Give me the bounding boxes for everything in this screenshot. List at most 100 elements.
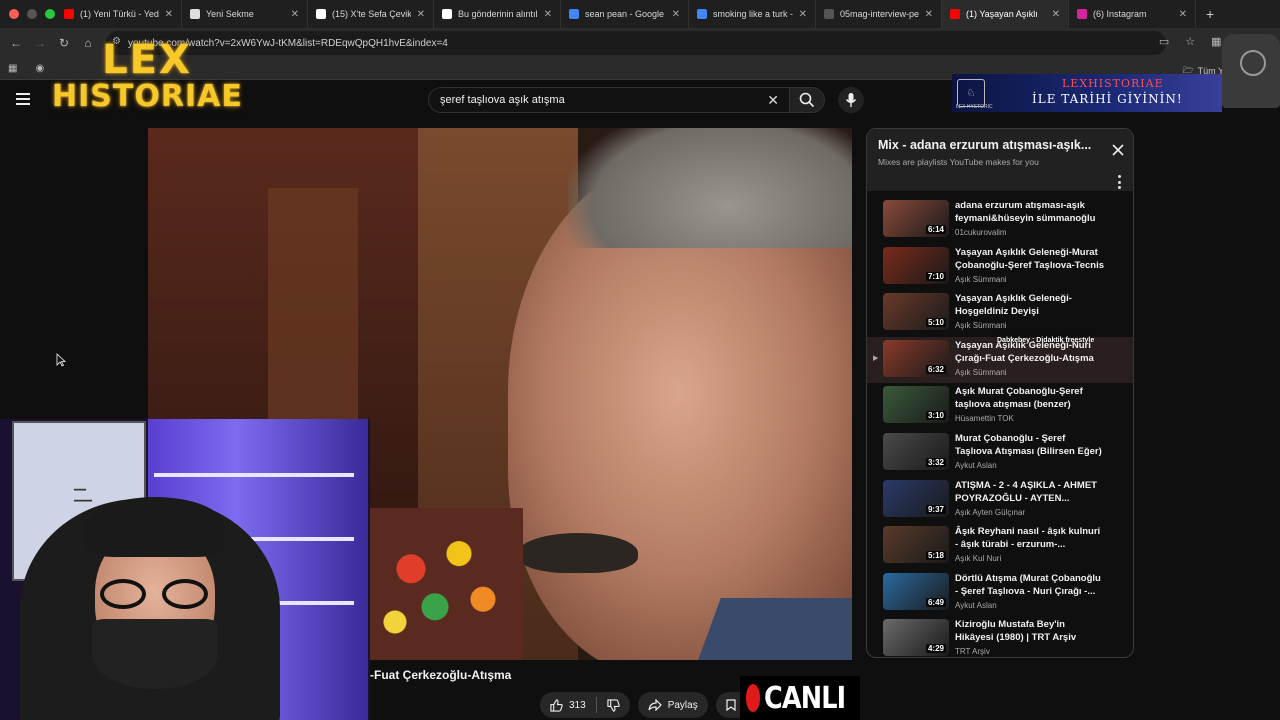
playlist-item-title[interactable]: Yaşayan Aşıklık Geleneği-Murat Çobanoğlu… xyxy=(955,246,1105,272)
banner-brand: LEXHISTORIAE xyxy=(1062,77,1164,90)
browser-tab[interactable]: (1) Yeni Türkü - Yedi ✕ xyxy=(56,0,182,28)
video-thumbnail[interactable]: 3:32 xyxy=(883,432,949,470)
playlist-item-title[interactable]: ATIŞMA - 2 - 4 AŞIKLA - AHMET POYRAZOĞLU… xyxy=(955,479,1105,505)
close-tab-icon[interactable]: ✕ xyxy=(925,9,933,20)
video-duration: 6:32 xyxy=(925,364,946,374)
close-tab-icon[interactable]: ✕ xyxy=(291,9,299,20)
close-icon[interactable] xyxy=(1111,143,1125,157)
menu-icon[interactable] xyxy=(16,93,30,105)
instagram-icon xyxy=(1077,9,1087,19)
back-arrow-icon[interactable]: ← xyxy=(4,36,28,50)
video-duration: 7:10 xyxy=(925,271,946,281)
video-thumbnail[interactable]: 6:14 xyxy=(883,200,949,237)
google-icon xyxy=(697,9,707,19)
search-icon xyxy=(799,92,815,108)
video-thumbnail[interactable]: 5:18 xyxy=(883,526,949,564)
apps-grid-icon[interactable]: ▦ xyxy=(8,63,17,74)
forward-arrow-icon[interactable]: → xyxy=(28,36,52,50)
voice-search-button[interactable] xyxy=(838,87,864,113)
channel-name[interactable]: Aşık Sümmani xyxy=(955,321,1007,330)
search-button[interactable] xyxy=(789,87,825,113)
close-tab-icon[interactable]: ✕ xyxy=(1052,9,1060,20)
live-badge: CANLI xyxy=(740,676,860,720)
browser-tab[interactable]: (1) Yaşayan Aşıklı ✕ xyxy=(942,0,1069,28)
close-tab-icon[interactable]: ✕ xyxy=(544,9,552,20)
video-thumbnail[interactable]: 5:10 xyxy=(883,293,949,331)
tab-title: (15) X'te Sefa Çevik xyxy=(332,9,411,19)
video-thumbnail[interactable]: 9:37 xyxy=(883,479,949,517)
browser-tab[interactable]: (6) Instagram ✕ xyxy=(1069,0,1196,28)
browser-tab[interactable]: Bu gönderinin alıntıla ✕ xyxy=(434,0,561,28)
globe-icon[interactable]: ◉ xyxy=(35,63,44,74)
channel-name[interactable]: Aykut Aslan xyxy=(955,601,997,610)
playlist-item[interactable]: 7:10 Yaşayan Aşıklık Geleneği-Murat Çoban… xyxy=(867,244,1133,291)
playlist-item[interactable]: 9:37 ATIŞMA - 2 - 4 AŞIKLA - AHMET POYRAZ… xyxy=(867,477,1133,524)
playlist-item[interactable]: 3:10 Aşık Murat Çobanoğlu-Şeref taşlıova … xyxy=(867,383,1133,430)
video-thumbnail[interactable]: 6:32 xyxy=(883,339,949,377)
new-tab-button[interactable]: + xyxy=(1196,6,1224,22)
tab-title: Yeni Sekme xyxy=(206,9,254,19)
playlist-item-title[interactable]: Murat Çobanoğlu - Şeref Taşlıova Atışmas… xyxy=(955,432,1105,458)
browser-tab[interactable]: Yeni Sekme ✕ xyxy=(182,0,308,28)
playlist-item-title[interactable]: adana erzurum atışması-aşık feymani&hüse… xyxy=(955,199,1105,225)
channel-name[interactable]: Aşık Kul Nuri xyxy=(955,554,1001,563)
playlist-item[interactable]: 4:29 Kiziroğlu Mustafa Bey'in Hikâyesi (1… xyxy=(867,616,1133,657)
video-thumbnail[interactable]: 6:49 xyxy=(883,572,949,610)
playlist-item-title[interactable]: Dörtlü Atışma (Murat Çobanoğlu - Şeref T… xyxy=(955,572,1105,598)
bookmark-star-icon[interactable]: ☆ xyxy=(1185,35,1195,48)
clear-search-icon[interactable]: ✕ xyxy=(767,92,779,109)
playlist-item-title[interactable]: Kiziroğlu Mustafa Bey'in Hikâyesi (1980)… xyxy=(955,618,1105,644)
channel-name[interactable]: TRT Arşiv xyxy=(955,647,990,656)
more-options-icon[interactable] xyxy=(1117,175,1121,189)
address-bar[interactable]: ⚙ youtube.com/watch?v=2xW6YwJ-tKM&list=R… xyxy=(106,31,1166,55)
dislike-button[interactable] xyxy=(597,698,630,712)
search-input[interactable]: şeref taşlıova aşık atışma ✕ xyxy=(428,87,790,113)
like-count: 313 xyxy=(569,699,586,711)
playlist-title[interactable]: Mix - adana erzurum atışması-aşık... xyxy=(878,138,1100,152)
channel-name[interactable]: Aykut Aslan xyxy=(955,461,997,470)
playlist-item-title[interactable]: Âşık Reyhani nasıl - âşık kulnuri - âşık… xyxy=(955,525,1105,551)
tab-title: smoking like a turk - xyxy=(713,9,793,19)
playlist-item[interactable]: 6:14 adana erzurum atışması-aşık feymani&… xyxy=(867,197,1133,244)
video-thumbnail[interactable]: 3:10 xyxy=(883,386,949,424)
browser-tab[interactable]: smoking like a turk - ✕ xyxy=(689,0,816,28)
share-label: Paylaş xyxy=(667,699,698,711)
cast-icon[interactable]: ▭ xyxy=(1159,35,1169,48)
browser-tab[interactable]: (15) X'te Sefa Çevik ✕ xyxy=(308,0,434,28)
playlist-panel: Mix - adana erzurum atışması-aşık... Mix… xyxy=(866,128,1134,658)
window-controls xyxy=(0,9,56,19)
video-duration: 9:37 xyxy=(925,504,946,514)
playlist-item-title[interactable]: Yaşayan Aşıklık Geleneği-Hoşgeldiniz Dey… xyxy=(955,292,1105,318)
close-tab-icon[interactable]: ✕ xyxy=(799,9,807,20)
channel-name[interactable]: Aşık Sümmani xyxy=(955,368,1007,377)
x-icon xyxy=(316,9,326,19)
ad-banner[interactable]: ♘ LEX HYSTORIC LEXHISTORIAE İLE TARİHİ G… xyxy=(952,74,1222,112)
close-window-button[interactable] xyxy=(9,9,19,19)
browser-tab[interactable]: sean pean - Google ✕ xyxy=(561,0,689,28)
video-thumbnail[interactable]: 4:29 xyxy=(883,619,949,657)
playlist-item[interactable]: 6:49 Dörtlü Atışma (Murat Çobanoğlu - Şer… xyxy=(867,570,1133,617)
extensions-icon[interactable]: ▦ xyxy=(1211,35,1221,48)
map-poster-art: ━━ ━━━ xyxy=(74,485,93,507)
minimize-window-button[interactable] xyxy=(27,9,37,19)
like-button[interactable]: 313 xyxy=(540,697,597,713)
browser-tab[interactable]: 05mag-interview-pe ✕ xyxy=(816,0,942,28)
page-icon xyxy=(824,9,834,19)
video-thumbnail[interactable]: 7:10 xyxy=(883,246,949,284)
close-tab-icon[interactable]: ✕ xyxy=(672,9,680,20)
playlist-item[interactable]: 3:32 Murat Çobanoğlu - Şeref Taşlıova Atı… xyxy=(867,430,1133,477)
channel-name[interactable]: Aşık Sümmani xyxy=(955,275,1007,284)
emblem-caption: LEX HYSTORIC xyxy=(956,104,993,110)
maximize-window-button[interactable] xyxy=(45,9,55,19)
playlist-item[interactable]: 5:18 Âşık Reyhani nasıl - âşık kulnuri - … xyxy=(867,523,1133,570)
close-tab-icon[interactable]: ✕ xyxy=(165,9,173,20)
share-button[interactable]: Paylaş xyxy=(637,692,708,718)
playlist-item[interactable]: ▶ 6:32 Yaşayan Aşıklık Geleneği-Nuri Çırağ… xyxy=(867,336,1133,384)
close-tab-icon[interactable]: ✕ xyxy=(417,9,425,20)
playlist-item[interactable]: 5:10 Yaşayan Aşıklık Geleneği-Hoşgeldiniz… xyxy=(867,290,1133,337)
close-tab-icon[interactable]: ✕ xyxy=(1179,9,1187,20)
channel-name[interactable]: 01cukurovalim xyxy=(955,228,1007,237)
playlist-item-title[interactable]: Aşık Murat Çobanoğlu-Şeref taşlıova atış… xyxy=(955,385,1105,411)
channel-name[interactable]: Hüsamettin TOK xyxy=(955,414,1014,423)
channel-name[interactable]: Aşık Ayten Gülçınar xyxy=(955,508,1025,517)
